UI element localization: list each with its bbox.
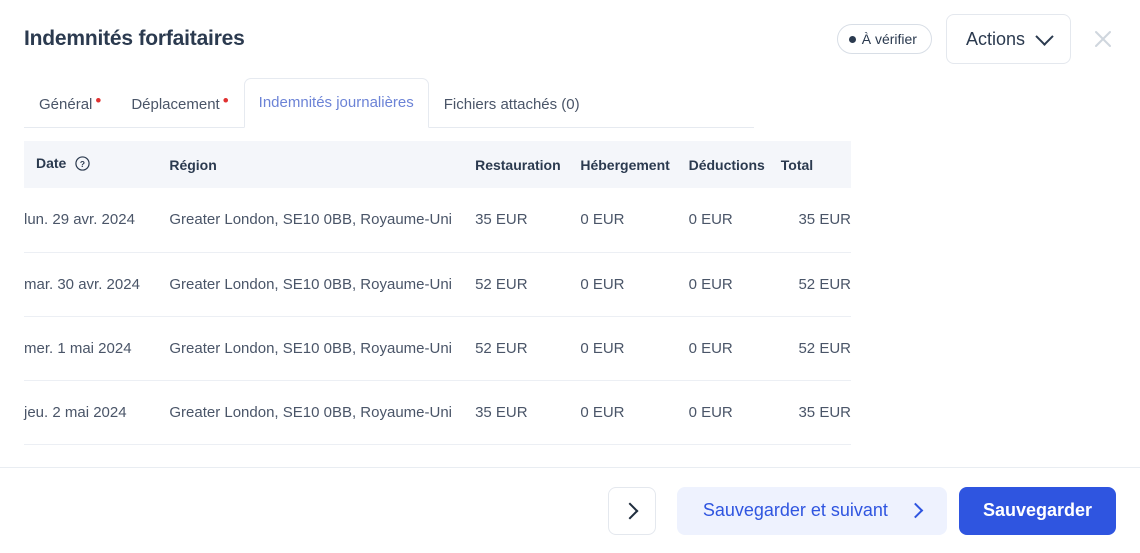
- cell-deductions: 0 EUR: [689, 380, 781, 444]
- column-header-label: Hébergement: [580, 157, 669, 173]
- question-circle-icon[interactable]: ?: [75, 156, 90, 174]
- chevron-down-icon: [1035, 27, 1053, 45]
- cell-hebergement: 0 EUR: [580, 380, 688, 444]
- close-button[interactable]: [1088, 24, 1118, 54]
- save-button-label: Sauvegarder: [983, 500, 1092, 521]
- cell-region: Greater London, SE10 0BB, Royaume-Uni: [169, 380, 475, 444]
- table-body: lun. 29 avr. 2024 Greater London, SE10 0…: [24, 188, 851, 444]
- column-header-region[interactable]: Région: [169, 141, 475, 188]
- cell-total: 52 EUR: [781, 252, 851, 316]
- tab-deplacement[interactable]: Déplacement •: [116, 94, 243, 128]
- tab-label: Indemnités journalières: [259, 93, 414, 113]
- required-dot-icon: •: [95, 96, 101, 106]
- cell-hebergement: 0 EUR: [580, 316, 688, 380]
- tab-fichiers-attaches[interactable]: Fichiers attachés (0): [429, 94, 595, 128]
- column-header-total[interactable]: Total: [781, 141, 851, 188]
- actions-button-label: Actions: [966, 29, 1025, 50]
- cell-deductions: 0 EUR: [689, 316, 781, 380]
- cell-restauration: 52 EUR: [475, 316, 580, 380]
- daily-allowances-table: Date ? Région Restauration Hébergement: [24, 141, 851, 445]
- table-head: Date ? Région Restauration Hébergement: [24, 141, 851, 188]
- cell-hebergement: 0 EUR: [580, 188, 688, 252]
- close-icon: [1092, 28, 1114, 50]
- column-header-label: Total: [781, 157, 813, 173]
- svg-text:?: ?: [80, 159, 85, 169]
- cell-deductions: 0 EUR: [689, 252, 781, 316]
- column-header-label: Déductions: [689, 157, 765, 173]
- tab-label: Général: [39, 95, 92, 115]
- status-badge-label: À vérifier: [862, 31, 917, 47]
- cell-date: jeu. 2 mai 2024: [24, 380, 169, 444]
- cell-total: 35 EUR: [781, 188, 851, 252]
- dialog-header: Indemnités forfaitaires À vérifier Actio…: [0, 0, 1140, 78]
- table-row[interactable]: jeu. 2 mai 2024 Greater London, SE10 0BB…: [24, 380, 851, 444]
- page-title: Indemnités forfaitaires: [24, 27, 245, 51]
- column-header-label: Restauration: [475, 157, 561, 173]
- chevron-right-icon: [622, 502, 639, 519]
- column-header-label: Région: [169, 157, 216, 173]
- table-row[interactable]: lun. 29 avr. 2024 Greater London, SE10 0…: [24, 188, 851, 252]
- actions-button[interactable]: Actions: [946, 14, 1071, 64]
- daily-allowances-table-container: Date ? Région Restauration Hébergement: [24, 141, 851, 445]
- dialog-footer: Sauvegarder et suivant Sauvegarder: [0, 468, 1140, 553]
- cell-region: Greater London, SE10 0BB, Royaume-Uni: [169, 188, 475, 252]
- save-button[interactable]: Sauvegarder: [959, 487, 1116, 535]
- cell-date: mar. 30 avr. 2024: [24, 252, 169, 316]
- table-row[interactable]: mer. 1 mai 2024 Greater London, SE10 0BB…: [24, 316, 851, 380]
- cell-total: 52 EUR: [781, 316, 851, 380]
- required-dot-icon: •: [223, 96, 229, 106]
- chevron-right-icon: [908, 503, 924, 519]
- next-record-button[interactable]: [608, 487, 656, 535]
- cell-date: lun. 29 avr. 2024: [24, 188, 169, 252]
- column-header-restauration[interactable]: Restauration: [475, 141, 580, 188]
- save-and-next-button[interactable]: Sauvegarder et suivant: [677, 487, 947, 535]
- column-header-date[interactable]: Date ?: [24, 141, 169, 188]
- header-actions: À vérifier Actions: [837, 14, 1118, 64]
- save-and-next-label: Sauvegarder et suivant: [703, 500, 888, 521]
- tab-label: Fichiers attachés (0): [444, 95, 580, 115]
- column-header-hebergement[interactable]: Hébergement: [580, 141, 688, 188]
- tab-list: Général • Déplacement • Indemnités journ…: [24, 79, 754, 128]
- cell-restauration: 35 EUR: [475, 380, 580, 444]
- table-header-row: Date ? Région Restauration Hébergement: [24, 141, 851, 188]
- tab-indemnites-journalieres[interactable]: Indemnités journalières: [244, 78, 429, 128]
- status-badge[interactable]: À vérifier: [837, 24, 932, 54]
- cell-region: Greater London, SE10 0BB, Royaume-Uni: [169, 252, 475, 316]
- column-header-deductions[interactable]: Déductions: [689, 141, 781, 188]
- table-row[interactable]: mar. 30 avr. 2024 Greater London, SE10 0…: [24, 252, 851, 316]
- cell-hebergement: 0 EUR: [580, 252, 688, 316]
- tab-label: Déplacement: [131, 95, 219, 115]
- status-dot-icon: [849, 36, 856, 43]
- tab-general[interactable]: Général •: [24, 94, 116, 128]
- cell-restauration: 52 EUR: [475, 252, 580, 316]
- cell-restauration: 35 EUR: [475, 188, 580, 252]
- column-header-label: Date: [36, 155, 66, 171]
- cell-total: 35 EUR: [781, 380, 851, 444]
- cell-region: Greater London, SE10 0BB, Royaume-Uni: [169, 316, 475, 380]
- tabs-bar: Général • Déplacement • Indemnités journ…: [24, 79, 754, 129]
- cell-deductions: 0 EUR: [689, 188, 781, 252]
- cell-date: mer. 1 mai 2024: [24, 316, 169, 380]
